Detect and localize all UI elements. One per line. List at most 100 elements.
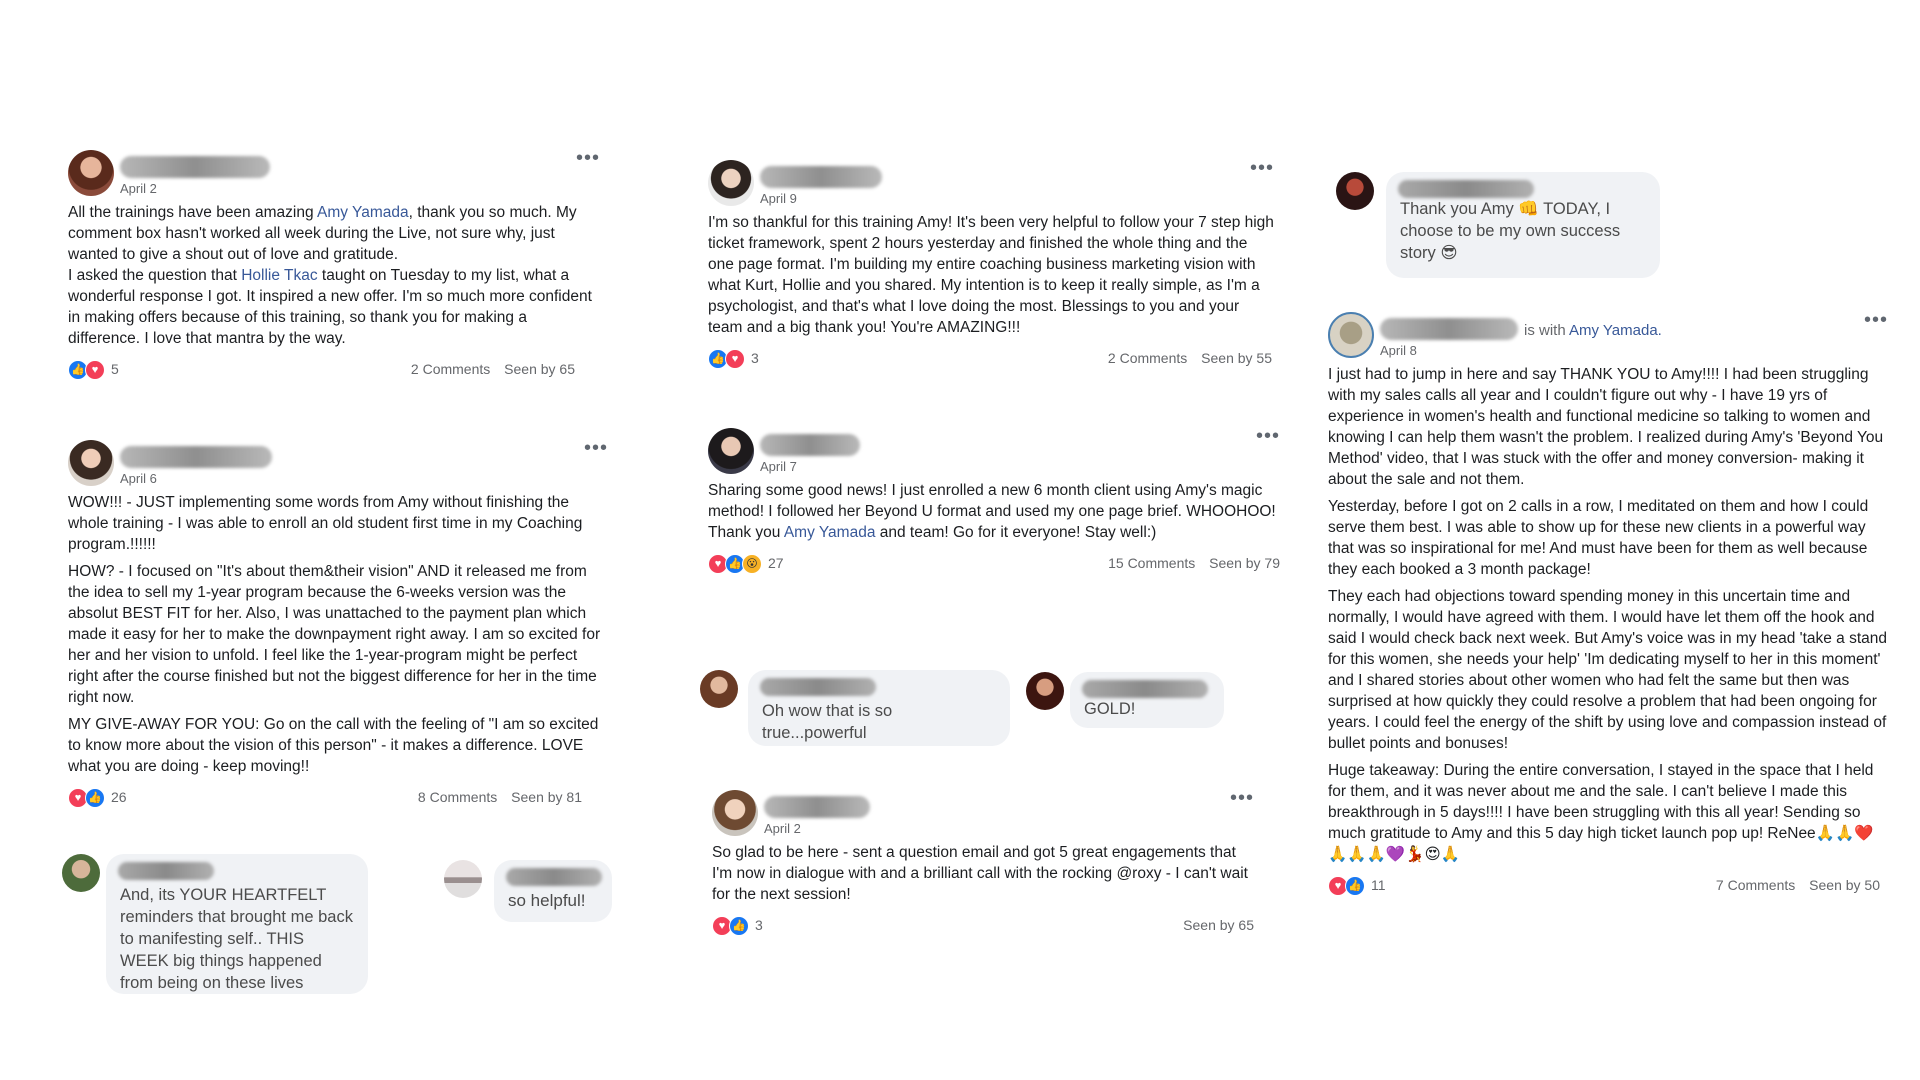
comments-count[interactable]: 7 Comments	[1716, 877, 1795, 893]
post-stats: 8 Comments Seen by 81	[418, 787, 582, 808]
comment-text: Thank you Amy 👊 TODAY, I choose to be my…	[1400, 200, 1621, 262]
post-card: April 2 ••• So glad to be here - sent a …	[712, 788, 1254, 939]
post-body: All the trainings have been amazing Amy …	[68, 202, 600, 349]
reaction-count: 11	[1371, 877, 1386, 893]
post-date[interactable]: April 9	[760, 188, 797, 209]
reactions[interactable]: 👍 ♥ 5	[68, 359, 119, 380]
avatar[interactable]	[1328, 312, 1374, 358]
post-body: I'm so thankful for this training Amy! I…	[708, 212, 1274, 338]
post-footer: 👍 ♥ 5 2 Comments Seen by 65	[68, 359, 600, 383]
commenter-avatar[interactable]	[1026, 672, 1064, 710]
redacted-author-name[interactable]	[120, 446, 272, 468]
more-options-icon[interactable]: •••	[1864, 310, 1888, 330]
post-body: WOW!!! - JUST implementing some words fr…	[68, 492, 608, 777]
post-header: April 7 •••	[708, 426, 1280, 480]
redacted-commenter-name[interactable]	[1398, 180, 1534, 198]
comment: Oh wow that is so true...powerful	[700, 670, 1012, 746]
comments-count[interactable]: 2 Comments	[1108, 350, 1187, 366]
post-paragraph: MY GIVE-AWAY FOR YOU: Go on the call wit…	[68, 716, 599, 775]
seen-by-count[interactable]: Seen by 65	[504, 361, 575, 377]
comments-count[interactable]: 8 Comments	[418, 789, 497, 805]
post-card: April 7 ••• Sharing some good news! I ju…	[708, 426, 1280, 577]
post-date[interactable]: April 2	[120, 178, 157, 199]
reactions[interactable]: 👍 ♥ 3	[708, 348, 759, 369]
seen-by-count[interactable]: Seen by 50	[1809, 877, 1880, 893]
mention-link[interactable]: Amy Yamada.	[1569, 322, 1662, 339]
mention-link[interactable]: Hollie Tkac	[241, 267, 317, 284]
comments-count[interactable]: 2 Comments	[411, 361, 490, 377]
redacted-author-name[interactable]	[764, 796, 870, 818]
seen-by-count[interactable]: Seen by 79	[1209, 555, 1280, 571]
more-options-icon[interactable]: •••	[1230, 788, 1254, 808]
post-paragraph: Huge takeaway: During the entire convers…	[1328, 762, 1874, 863]
post-paragraph: So glad to be here - sent a question ema…	[712, 844, 1248, 903]
post-stats: 2 Comments Seen by 55	[1108, 348, 1272, 369]
reaction-count: 26	[111, 789, 127, 805]
more-options-icon[interactable]: •••	[584, 438, 608, 458]
redacted-author-name[interactable]	[120, 156, 270, 178]
more-options-icon[interactable]: •••	[1256, 426, 1280, 446]
comment-bubble: so helpful!	[494, 860, 612, 922]
post-stats: 15 Comments Seen by 79	[1108, 553, 1280, 574]
comments-count[interactable]: 15 Comments	[1108, 555, 1195, 571]
post-text: All the trainings have been amazing	[68, 204, 318, 221]
seen-by-count[interactable]: Seen by 65	[1183, 917, 1254, 933]
reaction-count: 3	[751, 350, 759, 366]
post-card: April 2 ••• All the trainings have been …	[68, 148, 600, 383]
post-text: and team! Go for it everyone! Stay well:…	[875, 524, 1157, 541]
commenter-avatar[interactable]	[444, 860, 482, 898]
post-footer: ♥ 👍 😮 27 15 Comments Seen by 79	[708, 553, 1280, 577]
mention-link[interactable]: Amy Yamada	[317, 204, 409, 221]
redacted-author-name[interactable]	[1380, 318, 1518, 340]
redacted-commenter-name[interactable]	[506, 868, 602, 886]
commenter-avatar[interactable]	[1336, 172, 1374, 210]
post-header: April 2 •••	[68, 148, 600, 202]
comment: GOLD!	[1026, 672, 1226, 728]
post-paragraph: Yesterday, before I got on 2 calls in a …	[1328, 498, 1869, 578]
like-icon: 👍	[1345, 875, 1365, 896]
reactions[interactable]: ♥ 👍 11	[1328, 875, 1386, 896]
commenter-avatar[interactable]	[62, 854, 100, 892]
more-options-icon[interactable]: •••	[576, 148, 600, 168]
seen-by-count[interactable]: Seen by 55	[1201, 350, 1272, 366]
reactions[interactable]: ♥ 👍 😮 27	[708, 553, 784, 574]
post-footer: ♥ 👍 26 8 Comments Seen by 81	[68, 787, 608, 811]
post-paragraph: WOW!!! - JUST implementing some words fr…	[68, 494, 583, 553]
post-date[interactable]: April 7	[760, 456, 797, 477]
avatar[interactable]	[708, 428, 754, 474]
comment-text: Oh wow that is so true...powerful	[762, 702, 893, 742]
avatar[interactable]	[68, 440, 114, 486]
post-card: April 9 ••• I'm so thankful for this tra…	[708, 158, 1274, 372]
commenter-avatar[interactable]	[700, 670, 738, 708]
avatar[interactable]	[712, 790, 758, 836]
post-paragraph: I just had to jump in here and say THANK…	[1328, 366, 1884, 488]
redacted-author-name[interactable]	[760, 166, 882, 188]
reactions[interactable]: ♥ 👍 3	[712, 915, 763, 936]
post-header: April 2 •••	[712, 788, 1254, 842]
mention-link[interactable]: Amy Yamada	[784, 524, 876, 541]
love-icon: ♥	[725, 348, 745, 369]
reactions[interactable]: ♥ 👍 26	[68, 787, 127, 808]
post-footer: ♥ 👍 3 Seen by 65	[712, 915, 1254, 939]
more-options-icon[interactable]: •••	[1250, 158, 1274, 178]
post-date[interactable]: April 2	[764, 818, 801, 839]
comment: Thank you Amy 👊 TODAY, I choose to be my…	[1336, 172, 1662, 278]
post-date[interactable]: April 6	[120, 468, 157, 489]
seen-by-count[interactable]: Seen by 81	[511, 789, 582, 805]
reaction-count: 5	[111, 361, 119, 377]
post-stats: Seen by 65	[1183, 915, 1254, 936]
avatar[interactable]	[708, 160, 754, 206]
post-date[interactable]: April 8	[1380, 340, 1417, 361]
comment-text: And, its YOUR HEARTFELT reminders that b…	[120, 886, 353, 992]
post-header: April 6 •••	[68, 438, 608, 492]
redacted-author-name[interactable]	[760, 434, 860, 456]
redacted-commenter-name[interactable]	[760, 678, 876, 696]
avatar[interactable]	[68, 150, 114, 196]
post-paragraph: They each had objections toward spending…	[1328, 588, 1888, 752]
post-stats: 7 Comments Seen by 50	[1716, 875, 1880, 896]
comment-bubble: GOLD!	[1070, 672, 1224, 728]
post-paragraph: I'm so thankful for this training Amy! I…	[708, 214, 1274, 336]
redacted-commenter-name[interactable]	[118, 862, 214, 880]
love-icon: ♥	[85, 359, 105, 380]
redacted-commenter-name[interactable]	[1082, 680, 1208, 698]
